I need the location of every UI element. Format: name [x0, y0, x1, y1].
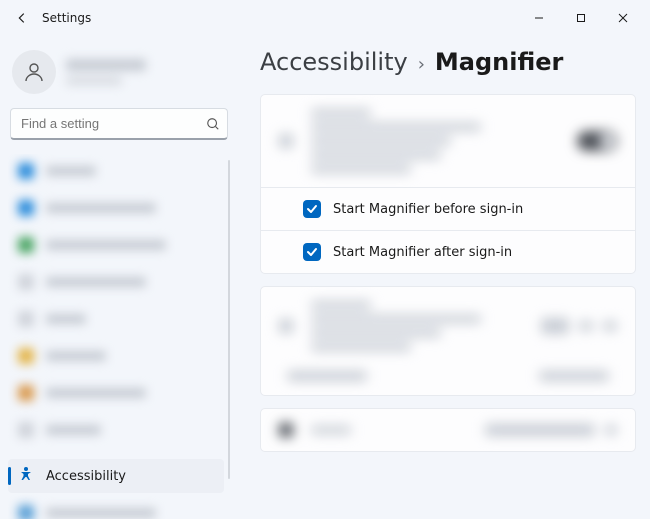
- sidebar-scrollbar[interactable]: [228, 160, 230, 479]
- chevron-right-icon: ›: [418, 54, 425, 75]
- close-icon: [618, 13, 628, 23]
- checkbox-after-signin[interactable]: [303, 243, 321, 261]
- main-content: Accessibility › Magnifier: [238, 36, 650, 519]
- accessibility-icon: [18, 466, 34, 486]
- sidebar-item-network[interactable]: [8, 228, 224, 262]
- option-before-signin[interactable]: Start Magnifier before sign-in: [261, 187, 635, 230]
- arrow-left-icon: [15, 11, 29, 25]
- avatar: [12, 50, 56, 94]
- sidebar-item-privacy[interactable]: [8, 496, 224, 519]
- option-label: Start Magnifier before sign-in: [333, 202, 523, 217]
- minimize-button[interactable]: [520, 4, 558, 32]
- app-title: Settings: [42, 11, 91, 25]
- page-title: Magnifier: [435, 48, 563, 76]
- breadcrumb-parent[interactable]: Accessibility: [260, 48, 408, 76]
- checkmark-icon: [306, 246, 318, 258]
- sidebar-item-accounts[interactable]: [8, 339, 224, 373]
- sidebar-item-time[interactable]: [8, 376, 224, 410]
- option-after-signin[interactable]: Start Magnifier after sign-in: [261, 230, 635, 273]
- sidebar-item-label: Accessibility: [46, 469, 126, 484]
- checkbox-before-signin[interactable]: [303, 200, 321, 218]
- search-input[interactable]: [10, 108, 228, 140]
- maximize-button[interactable]: [562, 4, 600, 32]
- view-card: [260, 408, 636, 452]
- person-icon: [22, 60, 46, 84]
- close-button[interactable]: [604, 4, 642, 32]
- breadcrumb: Accessibility › Magnifier: [260, 48, 636, 76]
- magnifier-toggle-row[interactable]: [261, 95, 635, 187]
- search-wrap: [10, 108, 228, 140]
- sidebar-item-personalization[interactable]: [8, 265, 224, 299]
- checkmark-icon: [306, 203, 318, 215]
- nav: Accessibility: [8, 154, 230, 519]
- sidebar-item-apps[interactable]: [8, 302, 224, 336]
- sidebar-item-system[interactable]: [8, 154, 224, 188]
- sidebar: Accessibility: [0, 36, 238, 519]
- option-label: Start Magnifier after sign-in: [333, 245, 512, 260]
- zoom-card: [260, 286, 636, 396]
- maximize-icon: [576, 13, 586, 23]
- window-controls: [520, 4, 642, 32]
- user-info: [66, 59, 146, 85]
- sidebar-item-accessibility[interactable]: Accessibility: [8, 459, 224, 493]
- magnifier-toggle[interactable]: [577, 131, 617, 151]
- magnifier-card: Start Magnifier before sign-in Start Mag…: [260, 94, 636, 274]
- user-account-row[interactable]: [8, 44, 230, 108]
- titlebar: Settings: [0, 0, 650, 36]
- back-button[interactable]: [8, 4, 36, 32]
- sidebar-item-gaming[interactable]: [8, 413, 224, 447]
- minimize-icon: [534, 13, 544, 23]
- sidebar-item-bluetooth[interactable]: [8, 191, 224, 225]
- search-icon: [206, 117, 220, 131]
